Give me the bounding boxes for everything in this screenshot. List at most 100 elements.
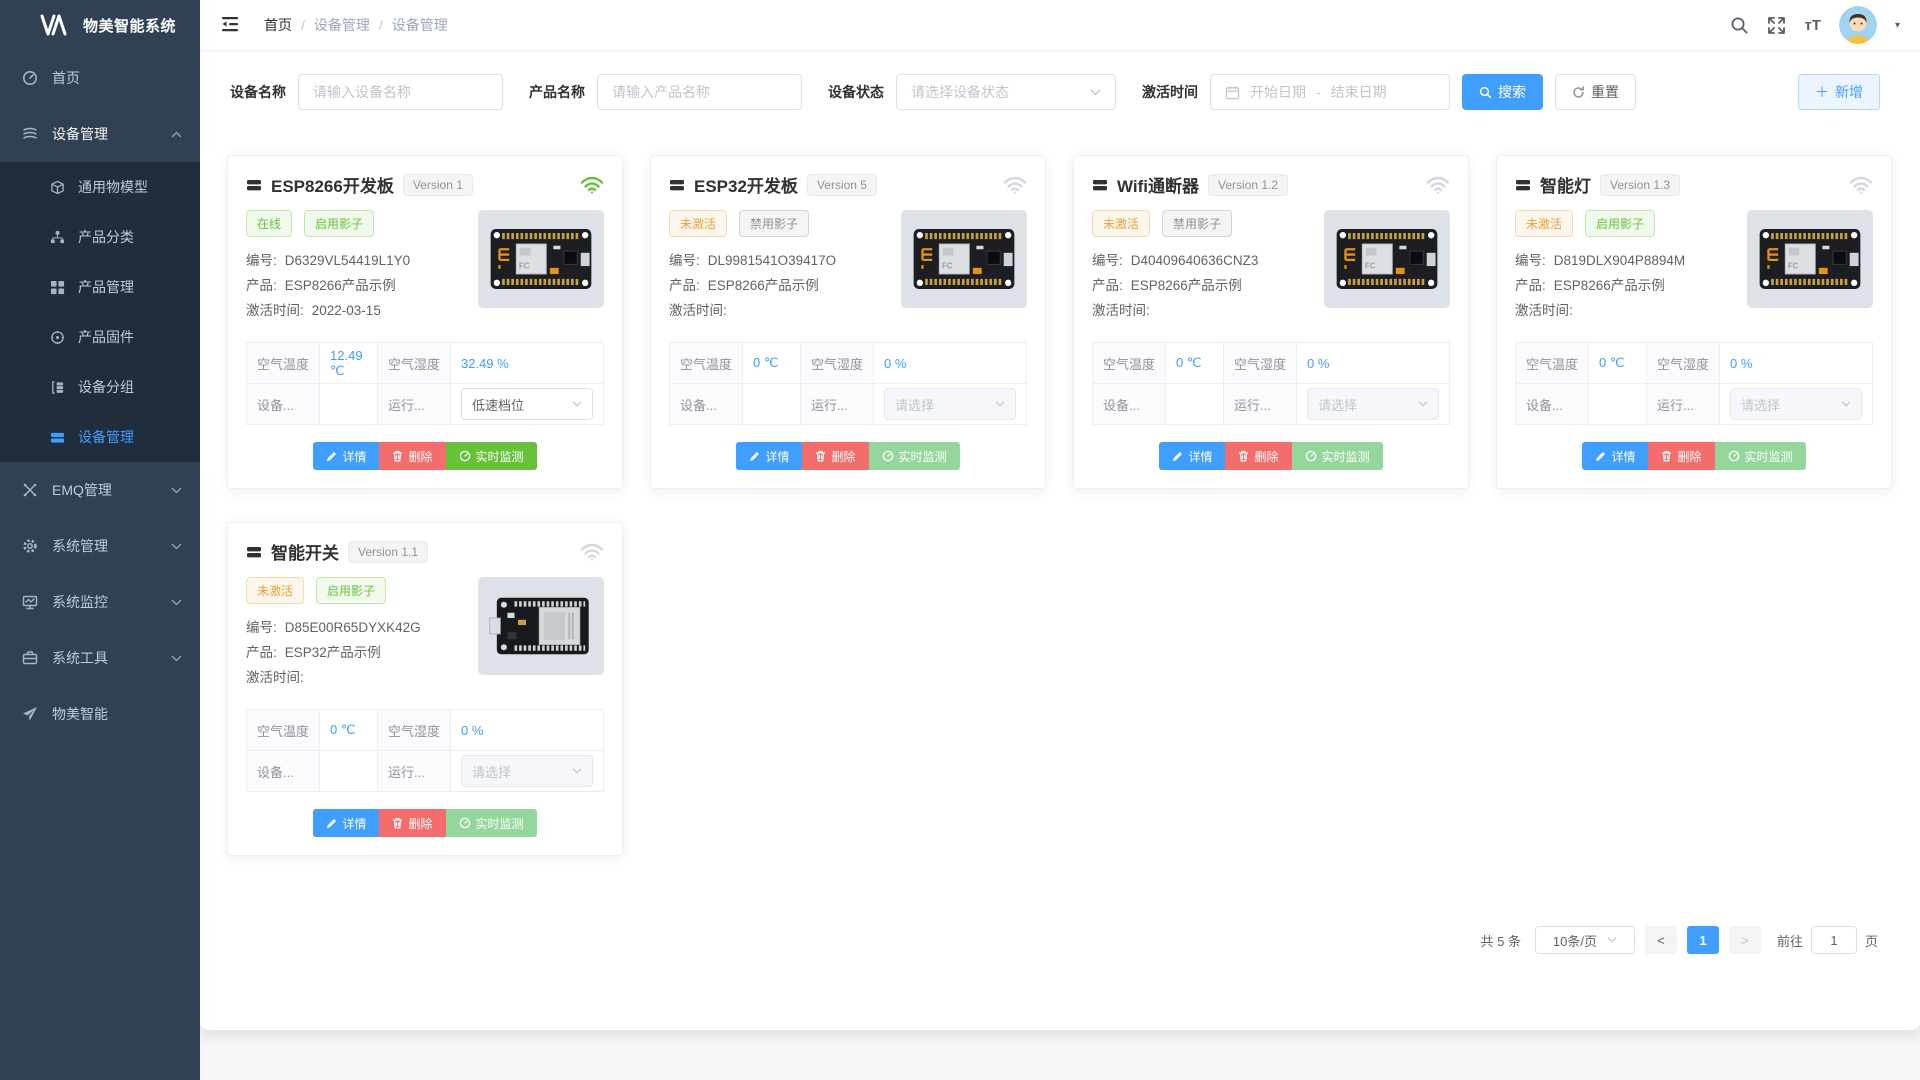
product-value: ESP8266产品示例 bbox=[1554, 273, 1665, 298]
breadcrumb-home[interactable]: 首页 bbox=[264, 15, 292, 35]
activated-label: 激活时间: bbox=[1092, 298, 1150, 323]
sidebar-item-product-manage[interactable]: 产品管理 bbox=[0, 262, 200, 312]
device-card: 智能开关 Version 1.1 未激活 启用影子 编号:D85E00R65DY… bbox=[227, 522, 623, 856]
device-title: 智能灯 bbox=[1540, 172, 1591, 197]
device-card: 智能灯 Version 1.3 未激活 启用影子 编号:D819DLX904P8… bbox=[1496, 155, 1892, 489]
svg-text:FC: FC bbox=[1365, 262, 1376, 271]
serial-value: D85E00R65DYXK42G bbox=[285, 615, 421, 640]
page-size-select[interactable]: 10条/页 bbox=[1535, 926, 1635, 954]
device-image: FC bbox=[478, 210, 604, 308]
date-range-picker[interactable]: 开始日期 - 结束日期 bbox=[1210, 74, 1450, 110]
device-name-label: 设备名称 bbox=[230, 82, 286, 102]
delete-button[interactable]: 删除 bbox=[379, 809, 445, 837]
realtime-monitor-button[interactable]: 实时监测 bbox=[446, 442, 537, 470]
shadow-tag: 禁用影子 bbox=[1162, 210, 1232, 237]
avatar[interactable] bbox=[1839, 6, 1877, 44]
device-type-icon bbox=[669, 177, 685, 193]
goto-page-input[interactable] bbox=[1811, 926, 1857, 954]
next-page-button[interactable]: > bbox=[1729, 926, 1761, 954]
detail-button[interactable]: 详情 bbox=[736, 442, 802, 470]
detail-button[interactable]: 详情 bbox=[1159, 442, 1225, 470]
wifi-status-icon bbox=[580, 176, 604, 194]
detail-button[interactable]: 详情 bbox=[313, 442, 379, 470]
activated-label: 激活时间: bbox=[246, 665, 304, 690]
run-mode-select[interactable]: 请选择 bbox=[1307, 388, 1439, 420]
sidebar-item-wumei[interactable]: 物美智能 bbox=[0, 686, 200, 742]
device-status-select[interactable]: 请选择设备状态 bbox=[896, 74, 1116, 110]
delete-button[interactable]: 删除 bbox=[1648, 442, 1714, 470]
device-card: Wifi通断器 Version 1.2 未激活 禁用影子 编号:D4040964… bbox=[1073, 155, 1469, 489]
search-button[interactable]: 搜索 bbox=[1462, 74, 1543, 110]
reset-button[interactable]: 重置 bbox=[1555, 74, 1636, 110]
sidebar-item-system-tools[interactable]: 系统工具 bbox=[0, 630, 200, 686]
font-size-icon[interactable]: тT bbox=[1804, 17, 1821, 34]
mode-label: 运行... bbox=[377, 751, 450, 792]
sidebar-item-product-category[interactable]: 产品分类 bbox=[0, 212, 200, 262]
serial-label: 编号: bbox=[1515, 248, 1546, 273]
device-name-input[interactable] bbox=[298, 74, 503, 110]
run-mode-select[interactable]: 请选择 bbox=[1730, 388, 1862, 420]
serial-label: 编号: bbox=[246, 615, 277, 640]
activated-value: 2022-03-15 bbox=[312, 298, 381, 323]
delete-button[interactable]: 删除 bbox=[802, 442, 868, 470]
sidebar-item-home[interactable]: 首页 bbox=[0, 50, 200, 106]
switch-label: 设备... bbox=[1516, 384, 1589, 425]
run-mode-value: 请选择 bbox=[472, 762, 511, 781]
sidebar: 物美智能系统 首页 设备管理 通用物模型 产品分类 bbox=[0, 0, 200, 1080]
realtime-monitor-button[interactable]: 实时监测 bbox=[1292, 442, 1383, 470]
chevron-down-icon bbox=[1841, 401, 1851, 407]
sidebar-item-system-monitor[interactable]: 系统监控 bbox=[0, 574, 200, 630]
chevron-down-icon bbox=[171, 543, 182, 550]
sidebar-item-system-manage[interactable]: 系统管理 bbox=[0, 518, 200, 574]
device-type-icon bbox=[1092, 177, 1108, 193]
status-tag: 未激活 bbox=[246, 577, 304, 604]
run-mode-value: 低速档位 bbox=[472, 395, 524, 414]
sidebar-item-general-model[interactable]: 通用物模型 bbox=[0, 162, 200, 212]
serial-value: DL9981541O39417O bbox=[708, 248, 836, 273]
chevron-down-icon bbox=[171, 599, 182, 606]
humidity-value: 32.49 % bbox=[451, 343, 604, 384]
run-mode-select[interactable]: 低速档位 bbox=[461, 388, 593, 420]
product-name-input[interactable] bbox=[597, 74, 802, 110]
add-button[interactable]: ＋ 新增 bbox=[1798, 74, 1880, 110]
temp-value: 0 ℃ bbox=[743, 343, 801, 384]
sidebar-item-device-manage[interactable]: 设备管理 bbox=[0, 412, 200, 462]
breadcrumb-device-manage[interactable]: 设备管理 bbox=[314, 15, 370, 35]
detail-button[interactable]: 详情 bbox=[313, 809, 379, 837]
svg-text:FC: FC bbox=[942, 262, 953, 271]
pencil-icon bbox=[326, 451, 337, 462]
filter-bar: 设备名称 产品名称 设备状态 请选择设备状态 激活时间 开始日期 - 结束日期 bbox=[200, 50, 1920, 110]
sidebar-item-device-group[interactable]: 设备分组 bbox=[0, 362, 200, 412]
mode-label: 运行... bbox=[1223, 384, 1296, 425]
delete-button[interactable]: 删除 bbox=[379, 442, 445, 470]
fullscreen-icon[interactable] bbox=[1767, 16, 1786, 35]
serial-value: D819DLX904P8894M bbox=[1554, 248, 1685, 273]
sidebar-item-device-root[interactable]: 设备管理 bbox=[0, 106, 200, 162]
layers-icon bbox=[22, 126, 38, 142]
run-mode-value: 请选择 bbox=[1741, 395, 1780, 414]
sidebar-item-emq[interactable]: EMQ管理 bbox=[0, 462, 200, 518]
realtime-monitor-button[interactable]: 实时监测 bbox=[1715, 442, 1806, 470]
trash-icon bbox=[815, 450, 826, 462]
prev-page-button[interactable]: < bbox=[1645, 926, 1677, 954]
caret-down-icon[interactable]: ▾ bbox=[1895, 20, 1900, 31]
firmware-icon bbox=[50, 330, 65, 345]
status-tag: 在线 bbox=[246, 210, 292, 237]
detail-button[interactable]: 详情 bbox=[1582, 442, 1648, 470]
activated-label: 激活时间: bbox=[1515, 298, 1573, 323]
version-badge: Version 1.3 bbox=[1600, 174, 1680, 196]
product-value: ESP8266产品示例 bbox=[708, 273, 819, 298]
run-mode-select[interactable]: 请选择 bbox=[461, 755, 593, 787]
realtime-monitor-button[interactable]: 实时监测 bbox=[446, 809, 537, 837]
product-label: 产品: bbox=[246, 640, 277, 665]
delete-button[interactable]: 删除 bbox=[1225, 442, 1291, 470]
serial-label: 编号: bbox=[246, 248, 277, 273]
temp-value: 0 ℃ bbox=[1589, 343, 1647, 384]
sidebar-item-product-firmware[interactable]: 产品固件 bbox=[0, 312, 200, 362]
realtime-monitor-button[interactable]: 实时监测 bbox=[869, 442, 960, 470]
humidity-value: 0 % bbox=[874, 343, 1027, 384]
run-mode-select[interactable]: 请选择 bbox=[884, 388, 1016, 420]
search-icon[interactable] bbox=[1730, 16, 1749, 35]
current-page-button[interactable]: 1 bbox=[1687, 926, 1719, 954]
menu-fold-icon[interactable] bbox=[220, 14, 242, 36]
